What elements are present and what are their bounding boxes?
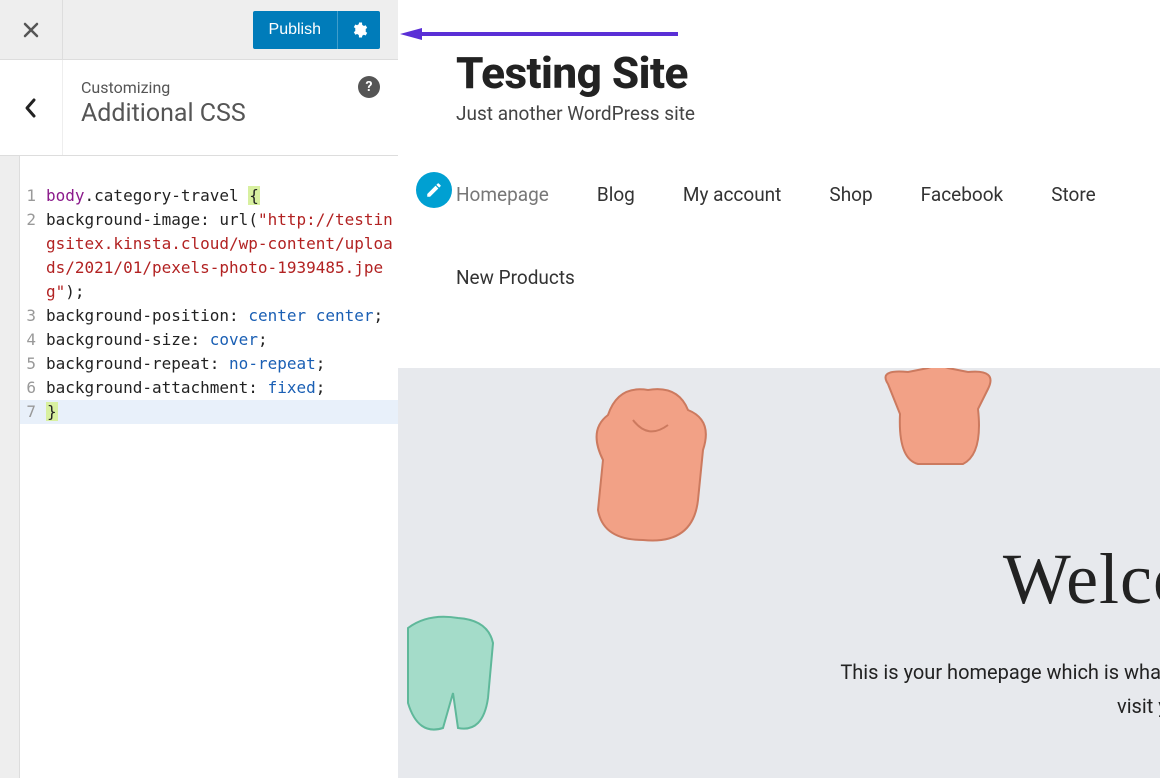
topbar-actions: Publish (63, 11, 398, 49)
help-button[interactable]: ? (358, 76, 380, 98)
edit-shortcut-button[interactable] (416, 172, 452, 208)
editor-gutter (0, 156, 20, 778)
nav-item-facebook[interactable]: Facebook (921, 183, 1004, 206)
hero-subtitle-2: visit you (1117, 694, 1160, 718)
site-title[interactable]: Testing Site (456, 50, 1102, 96)
line-number: 5 (20, 352, 42, 376)
nav-item-my-account[interactable]: My account (683, 183, 782, 206)
editor-line[interactable]: 5background-repeat: no-repeat; (20, 352, 398, 376)
line-number: 3 (20, 304, 42, 328)
editor-line[interactable]: 3background-position: center center; (20, 304, 398, 328)
panel-titles: Customizing Additional CSS ? (63, 60, 398, 155)
line-number: 4 (20, 328, 42, 352)
editor-line[interactable]: 1body.category-travel { (20, 184, 398, 208)
help-icon: ? (366, 79, 373, 95)
nav-item-blog[interactable]: Blog (597, 183, 635, 206)
secondary-nav: New Products (398, 206, 1160, 309)
hero-subtitle-1: This is your homepage which is what m (794, 660, 1160, 684)
editor-line[interactable]: 7} (20, 400, 398, 424)
css-editor[interactable]: 1body.category-travel {2background-image… (20, 156, 398, 778)
nav-item-new-products[interactable]: New Products (456, 266, 575, 289)
editor-line[interactable]: 6background-attachment: fixed; (20, 376, 398, 400)
customizer-topbar: Publish (0, 0, 398, 60)
publish-label: Publish (253, 21, 337, 39)
site-header: Testing Site Just another WordPress site (398, 0, 1160, 153)
line-number: 6 (20, 376, 42, 400)
breadcrumb: Customizing (81, 78, 382, 97)
publish-button[interactable]: Publish (253, 11, 380, 49)
code-content[interactable]: background-image: url("http://testingsit… (42, 208, 398, 304)
hero-area: Welco This is your homepage which is wha… (398, 368, 1160, 778)
chevron-left-icon (22, 97, 40, 119)
line-number: 1 (20, 184, 42, 208)
nav-item-shop[interactable]: Shop (829, 183, 872, 206)
close-button[interactable] (0, 0, 63, 60)
code-content[interactable]: } (42, 400, 58, 424)
site-tagline: Just another WordPress site (456, 102, 1102, 125)
pencil-icon (425, 181, 443, 199)
code-content[interactable]: background-repeat: no-repeat; (42, 352, 325, 376)
panel-title: Additional CSS (81, 99, 382, 128)
line-number: 7 (20, 400, 42, 424)
code-content[interactable]: body.category-travel { (42, 184, 260, 208)
nav-item-homepage[interactable]: Homepage (456, 183, 549, 206)
illustration-shirt (868, 368, 1008, 474)
primary-nav: Homepage Blog My account Shop Facebook Store (398, 153, 1160, 206)
editor-line[interactable]: 4background-size: cover; (20, 328, 398, 352)
publish-settings-toggle[interactable] (337, 11, 380, 49)
nav-item-store[interactable]: Store (1051, 183, 1096, 206)
code-content[interactable]: background-position: center center; (42, 304, 383, 328)
illustration-hoodie (578, 380, 728, 550)
close-icon (21, 20, 41, 40)
hero-title: Welco (1003, 538, 1160, 621)
line-number: 2 (20, 208, 42, 304)
gear-icon (350, 21, 368, 39)
code-content[interactable]: background-attachment: fixed; (42, 376, 325, 400)
illustration-shorts (398, 608, 508, 748)
editor-line[interactable]: 2background-image: url("http://testingsi… (20, 208, 398, 304)
panel-header: Customizing Additional CSS ? (0, 60, 398, 156)
back-button[interactable] (0, 60, 63, 155)
code-content[interactable]: background-size: cover; (42, 328, 268, 352)
